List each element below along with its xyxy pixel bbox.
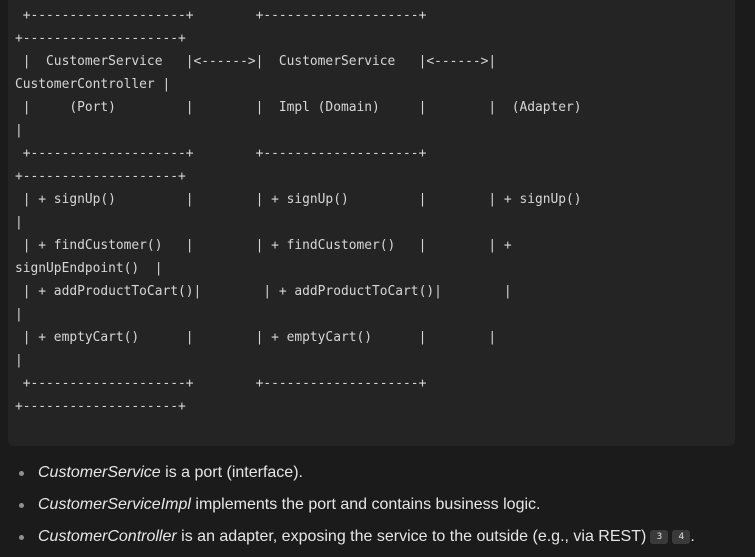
ascii-diagram-text: +--------------------+ +----------------… bbox=[15, 8, 582, 414]
term-customer-controller: CustomerController bbox=[38, 528, 177, 545]
bullet-list: CustomerService is a port (interface). C… bbox=[0, 457, 755, 553]
list-item-description: is an adapter, exposing the service to t… bbox=[176, 528, 647, 545]
bullet-dot-icon bbox=[19, 471, 24, 476]
list-item-text: CustomerService is a port (interface). bbox=[38, 457, 303, 489]
list-item: CustomerServiceImpl implements the port … bbox=[0, 489, 755, 521]
trailing-period: . bbox=[690, 528, 695, 545]
list-item-description: implements the port and contains busines… bbox=[190, 496, 541, 513]
citation-badge-4[interactable]: 4 bbox=[672, 530, 691, 544]
bullet-dot-icon bbox=[19, 535, 24, 540]
citation-badge-3[interactable]: 3 bbox=[650, 530, 669, 544]
bullet-dot-icon bbox=[19, 503, 24, 508]
term-customer-service: CustomerService bbox=[38, 464, 161, 481]
term-customer-service-impl: CustomerServiceImpl bbox=[38, 496, 191, 513]
list-item-description: is a port (interface). bbox=[160, 464, 303, 481]
list-item: CustomerController is an adapter, exposi… bbox=[0, 521, 755, 553]
ascii-diagram-code-block: +--------------------+ +----------------… bbox=[8, 0, 735, 446]
list-item-text: CustomerController is an adapter, exposi… bbox=[38, 521, 695, 553]
list-item: CustomerService is a port (interface). bbox=[0, 457, 755, 489]
list-item-text: CustomerServiceImpl implements the port … bbox=[38, 489, 540, 521]
